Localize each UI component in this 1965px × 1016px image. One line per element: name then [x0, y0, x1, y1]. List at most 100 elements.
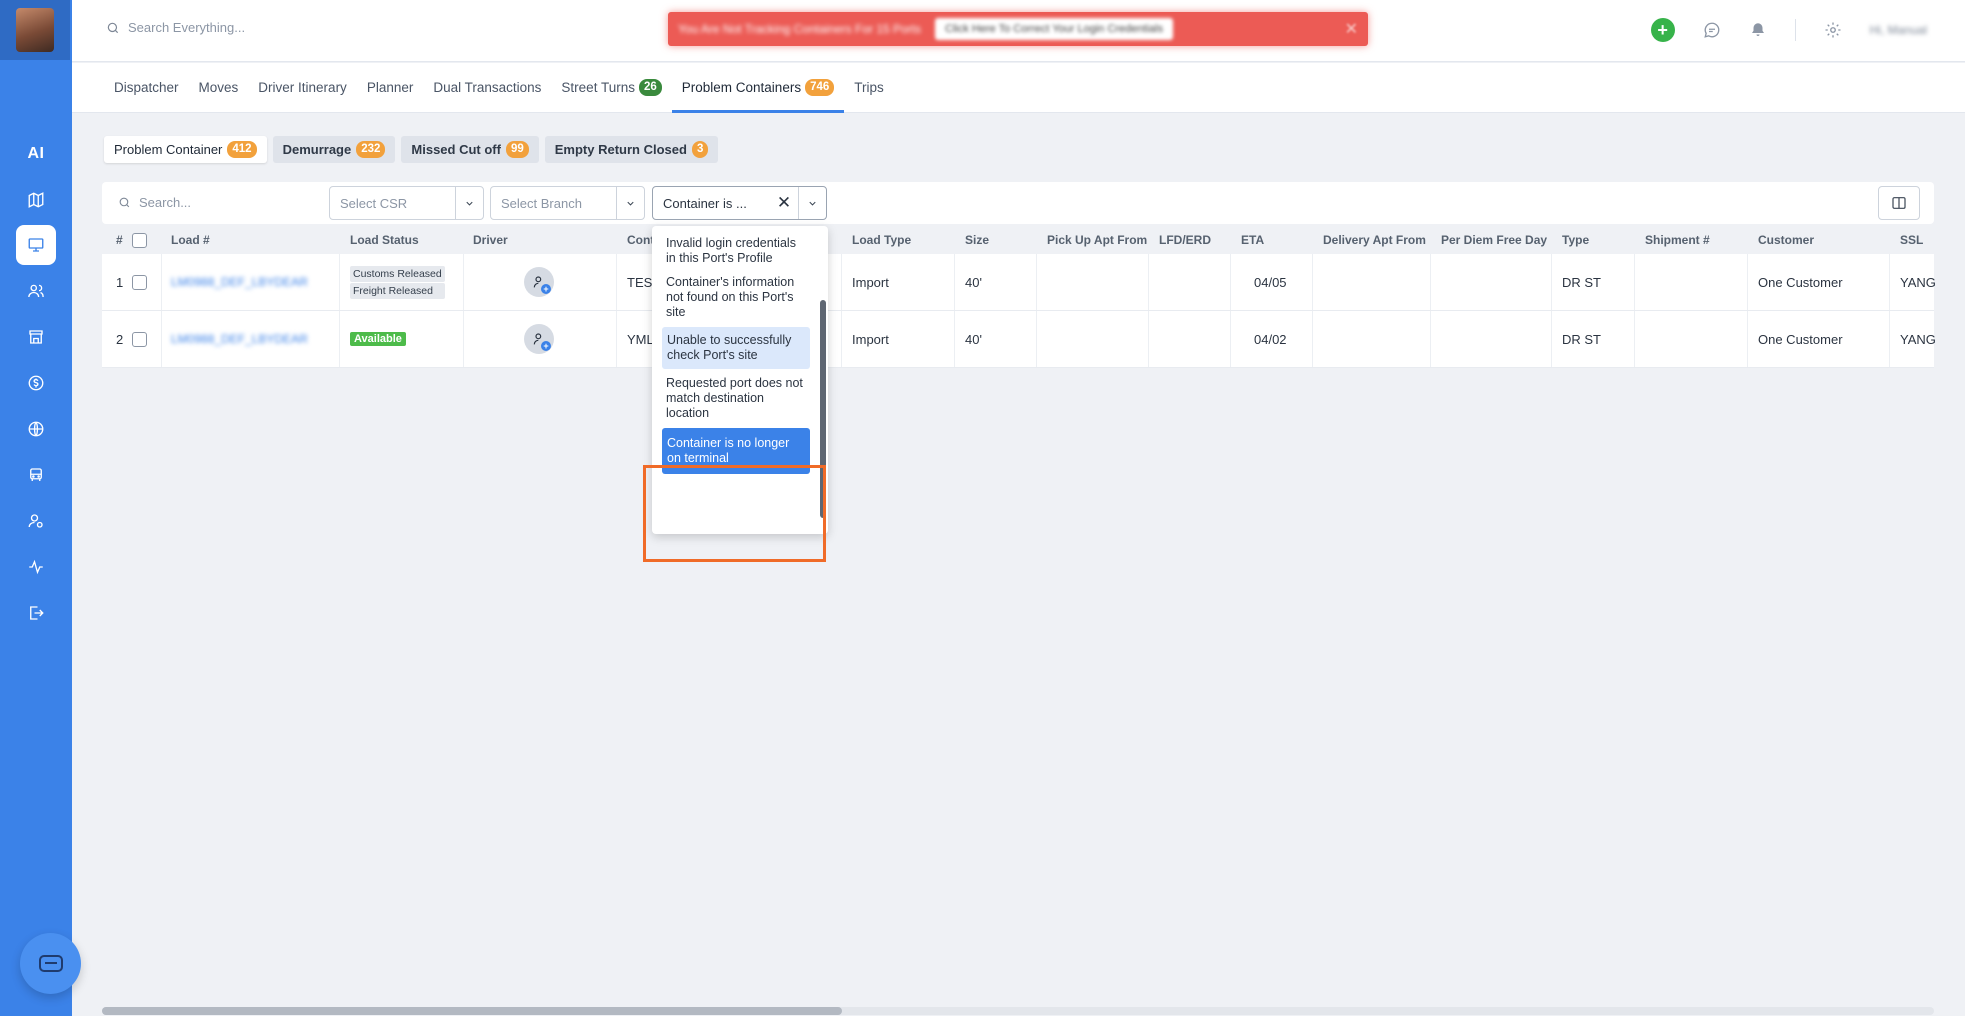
truck-icon[interactable]: [16, 455, 56, 495]
user-menu[interactable]: Hi, Manual: [1870, 23, 1927, 37]
row-number: 1: [116, 274, 124, 290]
bell-icon[interactable]: [1749, 21, 1767, 39]
load-number[interactable]: LM0988_DEF_LBYDEAR: [171, 275, 308, 289]
checkbox[interactable]: [132, 274, 147, 290]
monitor-icon[interactable]: [16, 225, 56, 265]
customer: One Customer: [1758, 274, 1843, 290]
problem-subtabs: Problem Container 412 Demurrage 232 Missed C…: [104, 136, 719, 163]
row-checkbox[interactable]: [132, 254, 147, 310]
correct-credentials-button[interactable]: Click Here To Correct Your Login Credent…: [935, 18, 1174, 40]
dropdown-option[interactable]: Invalid login credentials in this Port's…: [662, 234, 810, 268]
assign-driver-button[interactable]: +: [524, 311, 554, 367]
globe-icon[interactable]: [16, 409, 56, 449]
header-ssl[interactable]: SSL: [1900, 226, 1923, 254]
chat-icon: [38, 955, 63, 972]
header-delivery[interactable]: Delivery Apt From: [1323, 226, 1426, 254]
table-row[interactable]: 1 LM0988_DEF_LBYDEAR Customs Released Fr…: [102, 254, 1936, 311]
user-avatar[interactable]: [0, 0, 70, 60]
billing-icon[interactable]: [16, 363, 56, 403]
status-badge: Freight Released: [350, 282, 445, 299]
load-number-link[interactable]: LM0988_DEF_LBYDEAR: [171, 311, 308, 367]
close-icon[interactable]: ✕: [1345, 19, 1358, 39]
assign-driver-button[interactable]: +: [524, 254, 554, 310]
load-number-link[interactable]: LM0988_DEF_LBYDEAR: [171, 254, 308, 310]
subtab-missed-cut-off[interactable]: Missed Cut off 99: [401, 136, 539, 163]
scrollbar-thumb[interactable]: [102, 1007, 842, 1015]
tab-label: Moves: [198, 80, 239, 95]
top-actions: + Hi, Manual: [1650, 18, 1927, 42]
user-settings-icon[interactable]: [16, 501, 56, 541]
subtab-problem-container[interactable]: Problem Container 412: [104, 136, 267, 163]
header-load[interactable]: Load #: [171, 226, 210, 254]
problem-containers-table: # Load # Load Status Driver Cont Load Ty…: [102, 226, 1936, 368]
table-search[interactable]: Search...: [118, 195, 191, 210]
tab-label: Trips: [854, 80, 884, 95]
dropdown-option[interactable]: Unable to successfully check Port's site: [662, 327, 810, 369]
subtab-label: Demurrage: [282, 142, 352, 157]
store-icon[interactable]: [16, 317, 56, 357]
branch-select[interactable]: Select Branch: [490, 186, 645, 220]
global-search-input[interactable]: Search Everything...: [128, 20, 245, 35]
tab-driver-itinerary[interactable]: Driver Itinerary: [248, 63, 357, 112]
tab-label: Problem Containers: [681, 80, 802, 95]
horizontal-scrollbar[interactable]: [102, 1007, 1934, 1015]
header-customer[interactable]: Customer: [1758, 226, 1814, 254]
add-driver-icon[interactable]: +: [524, 267, 554, 297]
activity-icon[interactable]: [16, 547, 56, 587]
tab-dispatcher[interactable]: Dispatcher: [104, 63, 189, 112]
row-checkbox[interactable]: [132, 311, 147, 367]
table-header: # Load # Load Status Driver Cont Load Ty…: [102, 226, 1934, 254]
header-status[interactable]: Load Status: [350, 226, 419, 254]
gear-icon[interactable]: [1824, 21, 1842, 39]
eta: 04/05: [1254, 274, 1287, 290]
tab-dual-transactions[interactable]: Dual Transactions: [423, 63, 551, 112]
chevron-down-icon[interactable]: [798, 187, 826, 219]
users-icon[interactable]: [16, 271, 56, 311]
header-load-type[interactable]: Load Type: [852, 226, 911, 254]
container-status-select[interactable]: Container is ... ✕: [652, 186, 827, 220]
checkbox[interactable]: [132, 331, 147, 347]
header-perdiem[interactable]: Per Diem Free Day: [1441, 226, 1547, 254]
subtab-demurrage[interactable]: Demurrage 232: [272, 136, 396, 163]
add-button[interactable]: +: [1650, 18, 1675, 42]
load-number[interactable]: LM0988_DEF_LBYDEAR: [171, 332, 308, 346]
chat-icon[interactable]: [1703, 21, 1721, 39]
tab-moves[interactable]: Moves: [189, 63, 249, 112]
dropdown-option[interactable]: Container's information not found on thi…: [662, 273, 810, 322]
tab-street-turns[interactable]: Street Turns 26: [551, 63, 671, 112]
chat-support-button[interactable]: [20, 933, 81, 994]
status-badge: Available: [350, 332, 406, 346]
header-size[interactable]: Size: [965, 226, 989, 254]
tab-problem-containers[interactable]: Problem Containers 746: [671, 63, 845, 113]
table-search-input[interactable]: Search...: [139, 195, 191, 210]
nav-ai[interactable]: AI: [16, 134, 56, 174]
header-shipment[interactable]: Shipment #: [1645, 226, 1710, 254]
header-pickup[interactable]: Pick Up Apt From: [1047, 226, 1147, 254]
load-type: Import: [852, 274, 889, 290]
count-badge: 3: [691, 141, 709, 158]
column-layout-button[interactable]: [1878, 186, 1920, 220]
table-row[interactable]: 2 LM0988_DEF_LBYDEAR Available + YML Imp…: [102, 311, 1936, 368]
close-icon[interactable]: ✕: [770, 193, 798, 213]
avatar: [16, 8, 54, 52]
branch-select-placeholder: Select Branch: [501, 195, 582, 211]
add-driver-icon[interactable]: +: [524, 324, 554, 354]
select-all-checkbox[interactable]: [132, 226, 147, 254]
chevron-down-icon[interactable]: [616, 187, 644, 219]
tab-trips[interactable]: Trips: [844, 63, 894, 112]
chevron-down-icon[interactable]: [455, 187, 483, 219]
map-icon[interactable]: [16, 180, 56, 220]
header-type[interactable]: Type: [1562, 226, 1589, 254]
checkbox[interactable]: [132, 232, 147, 248]
logout-icon[interactable]: [16, 593, 56, 633]
global-search[interactable]: Search Everything...: [106, 20, 245, 35]
header-container[interactable]: Cont: [627, 226, 654, 254]
subtab-empty-return-closed[interactable]: Empty Return Closed 3: [544, 136, 719, 163]
dropdown-option[interactable]: Requested port does not match destinatio…: [662, 374, 810, 423]
header-driver[interactable]: Driver: [473, 226, 508, 254]
csr-select-placeholder: Select CSR: [340, 195, 408, 211]
tab-planner[interactable]: Planner: [357, 63, 424, 112]
header-eta[interactable]: ETA: [1241, 226, 1264, 254]
csr-select[interactable]: Select CSR: [329, 186, 484, 220]
header-lfd[interactable]: LFD/ERD: [1159, 226, 1211, 254]
